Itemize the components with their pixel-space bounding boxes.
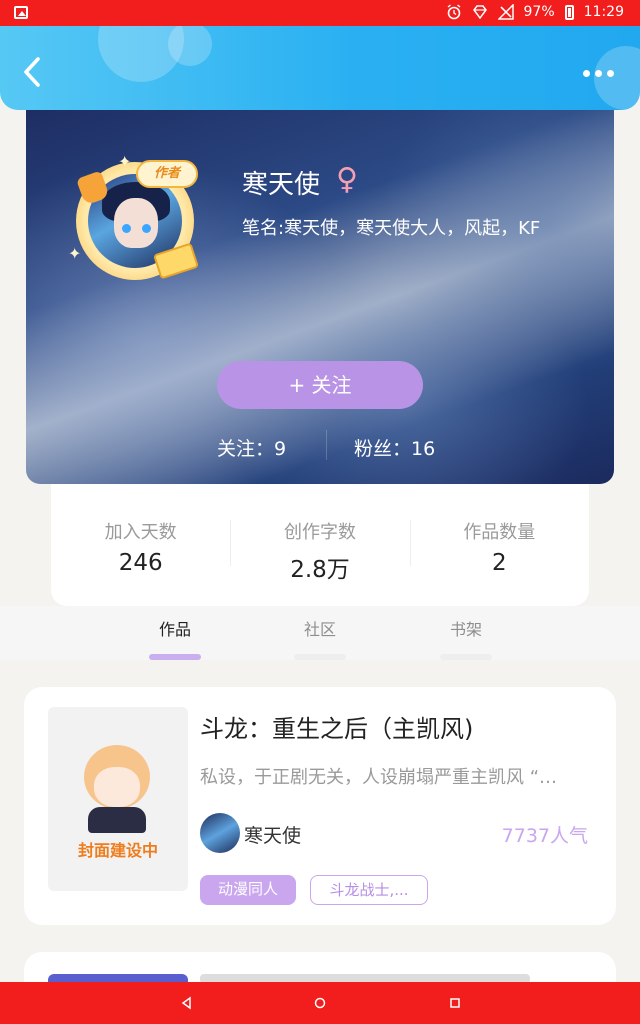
chevron-left-icon (24, 57, 40, 87)
decor-bubble (594, 46, 640, 110)
stat-value: 246 (118, 550, 163, 576)
image-icon (14, 6, 28, 19)
tab-indicator (440, 654, 492, 660)
divider (326, 430, 327, 460)
stat-label: 创作字数 (283, 522, 356, 543)
work-card[interactable]: 封面建设中 斗龙：重生之后（主凯风) 私设，于正剧无关，人设崩塌严重主凯风 “…… (24, 687, 616, 925)
clock: 11:29 (583, 4, 624, 20)
tab-indicator (294, 654, 346, 660)
square-recents-icon (450, 998, 460, 1008)
system-navigation-bar (0, 982, 640, 1024)
work-title[interactable]: 斗龙：重生之后（主凯风) (200, 709, 473, 744)
tab-label: 作品 (158, 620, 191, 639)
alarm-icon (447, 4, 460, 20)
more-horizontal-icon (583, 70, 590, 77)
work-tag-topic[interactable]: 斗龙战士,... (310, 875, 428, 905)
no-signal-icon (497, 4, 514, 20)
tab-works[interactable]: 作品 (135, 616, 215, 660)
back-button[interactable] (18, 54, 48, 90)
nav-home-button[interactable] (313, 996, 327, 1010)
pen-names: 笔名:寒天使，寒天使大人，风起，KF (242, 218, 541, 239)
nav-recents-button[interactable] (448, 996, 462, 1010)
work-cover[interactable]: 封面建设中 (48, 707, 188, 891)
decor-bubble (168, 26, 212, 66)
diamond-icon (472, 5, 487, 20)
stat-join-days: 加入天数 246 (51, 484, 230, 606)
female-gender-icon: ♀ (336, 162, 358, 197)
circle-home-icon (314, 997, 326, 1009)
tab-bookshelf[interactable]: 书架 (426, 616, 506, 660)
work-description: 私设，于正剧无关，人设崩塌严重主凯风 “… (200, 767, 558, 788)
author-avatar-small (200, 813, 240, 853)
stat-label: 加入天数 (104, 522, 177, 543)
status-bar: 97% 11:29 (0, 0, 640, 26)
profile-hero-card: 作者 ✦ ✦ 寒天使 ♀ 笔名:寒天使，寒天使大人，风起，KF + 关注 关注：… (26, 104, 614, 484)
author-name: 寒天使 (242, 170, 321, 200)
fans-count[interactable]: 粉丝：16 (354, 434, 435, 461)
work-author-name: 寒天使 (244, 825, 302, 847)
following-count[interactable]: 关注：9 (217, 434, 286, 461)
author-avatar[interactable]: 作者 ✦ ✦ (66, 148, 200, 282)
profile-tabs: 作品 社区 书架 (0, 606, 640, 660)
author-badge: 作者 (136, 160, 198, 188)
status-icons: 97% 11:29 (446, 4, 624, 20)
app-header (0, 26, 640, 110)
more-button[interactable] (583, 70, 614, 77)
triangle-back-icon (181, 996, 191, 1010)
author-stats-card: 加入天数 246 创作字数 2.8万 作品数量 2 (51, 484, 589, 606)
battery-percentage: 97% (523, 4, 555, 20)
stat-value: 2 (492, 550, 507, 576)
stat-value: 2.8万 (290, 557, 350, 583)
sparkle-icon: ✦ (68, 244, 82, 263)
follow-button[interactable]: + 关注 (217, 361, 423, 409)
battery-icon (564, 4, 574, 20)
stat-word-count: 创作字数 2.8万 (230, 484, 409, 606)
sparkle-icon: ✦ (118, 152, 132, 171)
stat-works-count: 作品数量 2 (409, 484, 589, 606)
tab-indicator (149, 654, 201, 660)
work-tag-category[interactable]: 动漫同人 (200, 875, 296, 905)
tab-label: 书架 (449, 620, 482, 639)
cover-placeholder-text: 封面建设中 (77, 841, 158, 860)
tab-community[interactable]: 社区 (280, 616, 360, 660)
tab-label: 社区 (303, 620, 336, 639)
work-popularity: 7737人气 (501, 825, 588, 847)
stat-label: 作品数量 (463, 522, 536, 543)
nav-back-button[interactable] (180, 996, 194, 1010)
